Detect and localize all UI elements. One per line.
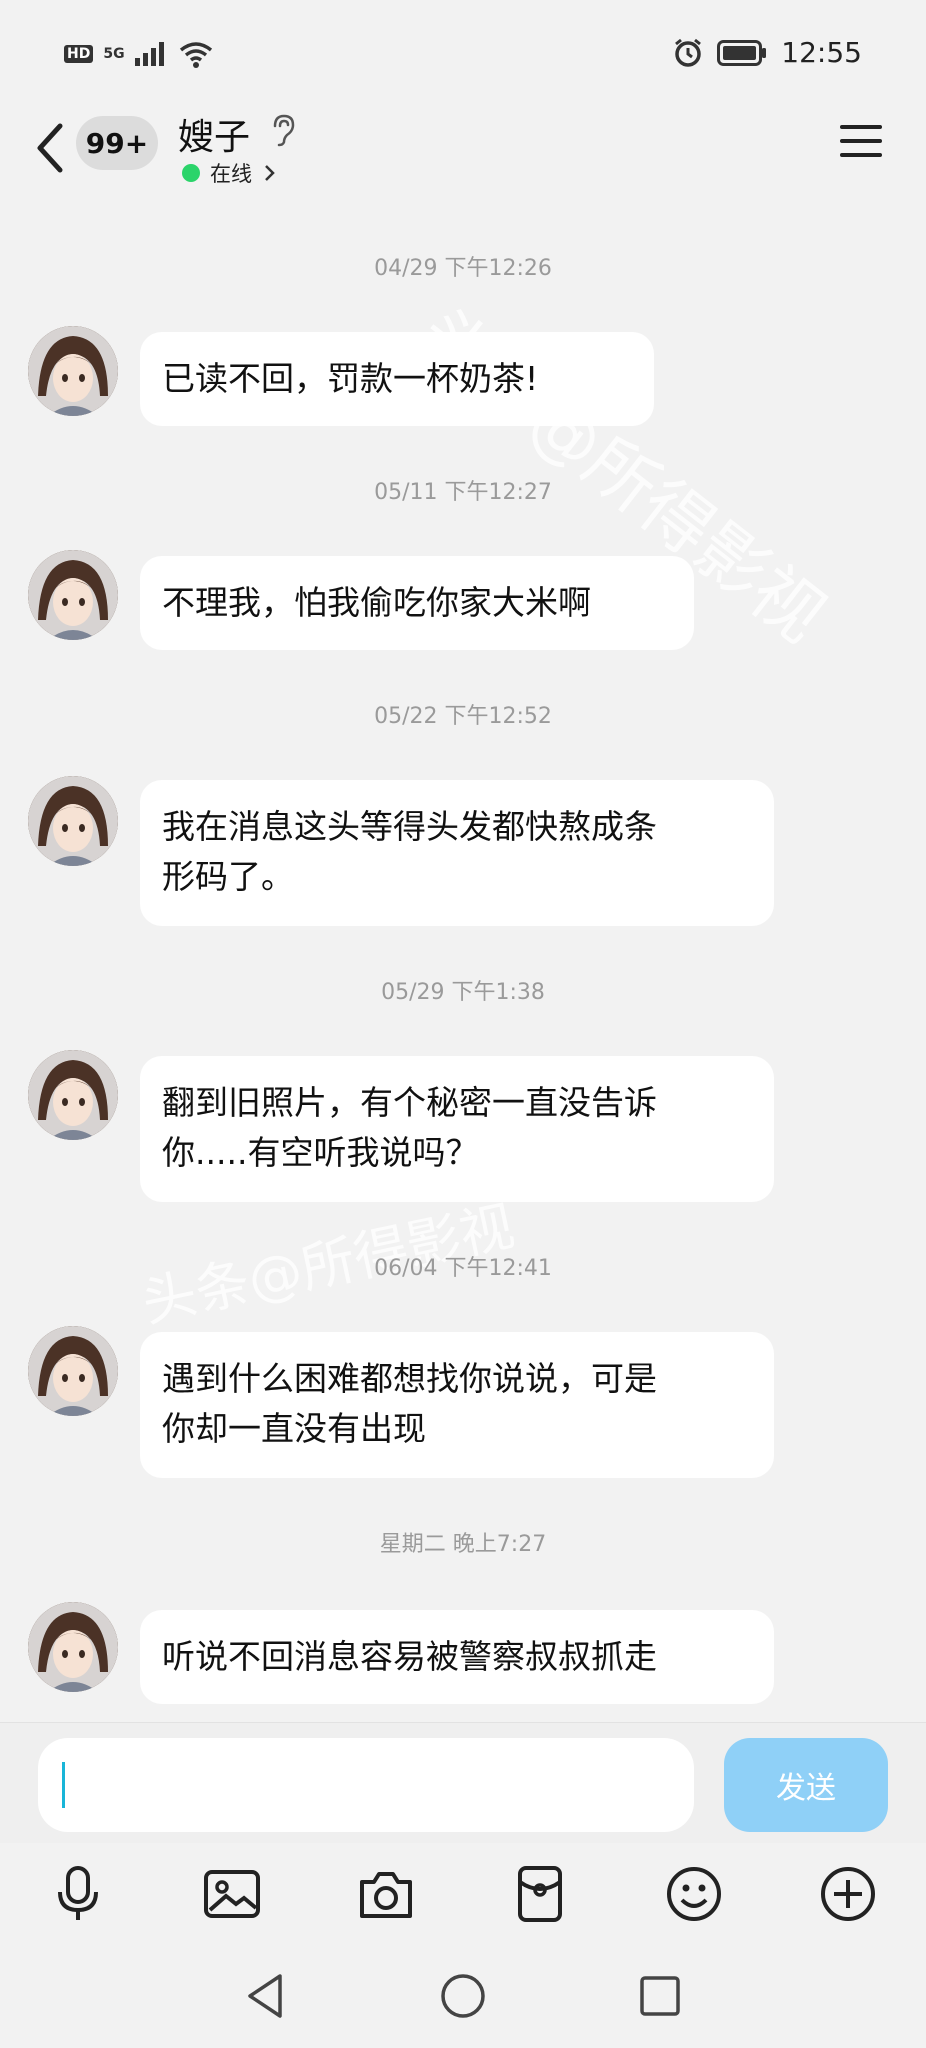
message-bubble[interactable]: 听说不回消息容易被警察叔叔抓走 (140, 1610, 774, 1704)
menu-icon[interactable] (840, 124, 882, 158)
message-bubble[interactable]: 我在消息这头等得头发都快熬成条 形码了。 (140, 780, 774, 926)
message-time: 星期二 晚上7:27 (379, 1532, 547, 1557)
wifi-icon (179, 42, 212, 68)
input-toolbar (0, 1842, 926, 1952)
message-bubble[interactable]: 遇到什么困难都想找你说说，可是 你却一直没有出现 (140, 1332, 774, 1478)
online-text: 在线 (210, 162, 252, 186)
message-bubble[interactable]: 不理我，怕我偷吃你家大米啊 (140, 556, 694, 650)
avatar[interactable] (28, 550, 118, 640)
chevron-right-icon (265, 165, 275, 181)
battery-icon (717, 39, 767, 66)
ear-icon[interactable] (268, 112, 298, 148)
chat-title[interactable]: 嫂子 (178, 108, 250, 160)
message-bubble[interactable]: 翻到旧照片，有个秘密一直没告诉 你.....有空听我说吗？ (140, 1056, 774, 1202)
text-caret (62, 1762, 65, 1808)
send-button[interactable]: 发送 (724, 1738, 888, 1832)
avatar[interactable] (28, 1602, 118, 1692)
status-time: 12:55 (781, 36, 862, 69)
nav-recents-icon[interactable] (632, 1968, 688, 2024)
avatar[interactable] (28, 776, 118, 866)
avatar[interactable] (28, 1326, 118, 1416)
network-label: 5G (103, 46, 125, 62)
hd-badge: HD (64, 45, 94, 63)
online-dot (182, 164, 200, 182)
message-time: 06/04 下午12:41 (374, 1256, 552, 1281)
status-left: HD 5G (64, 40, 213, 68)
message-time: 05/22 下午12:52 (374, 704, 552, 729)
message-time: 04/29 下午12:26 (374, 256, 552, 281)
nav-back-icon[interactable] (238, 1968, 294, 2024)
avatar[interactable] (28, 1050, 118, 1140)
nav-home-icon[interactable] (435, 1968, 491, 2024)
message-time: 05/29 下午1:38 (381, 980, 545, 1005)
message-time: 05/11 下午12:27 (374, 480, 552, 505)
alarm-icon (675, 38, 702, 67)
message-bubble[interactable]: 已读不回，罚款一杯奶茶! (140, 332, 654, 426)
status-right: 12:55 (673, 36, 862, 69)
red-packet-icon[interactable] (508, 1862, 572, 1926)
message-input[interactable] (38, 1738, 694, 1832)
avatar[interactable] (28, 326, 118, 416)
camera-icon[interactable] (354, 1862, 418, 1926)
plus-icon[interactable] (816, 1862, 880, 1926)
status-bar: HD 5G 12:55 (0, 0, 926, 110)
emoji-icon[interactable] (662, 1862, 726, 1926)
signal-icon (134, 42, 164, 66)
microphone-icon[interactable] (46, 1862, 110, 1926)
unread-badge[interactable]: 99+ (76, 116, 158, 170)
back-icon[interactable] (30, 118, 70, 178)
image-icon[interactable] (200, 1862, 264, 1926)
online-status[interactable]: 在线 (182, 158, 278, 188)
